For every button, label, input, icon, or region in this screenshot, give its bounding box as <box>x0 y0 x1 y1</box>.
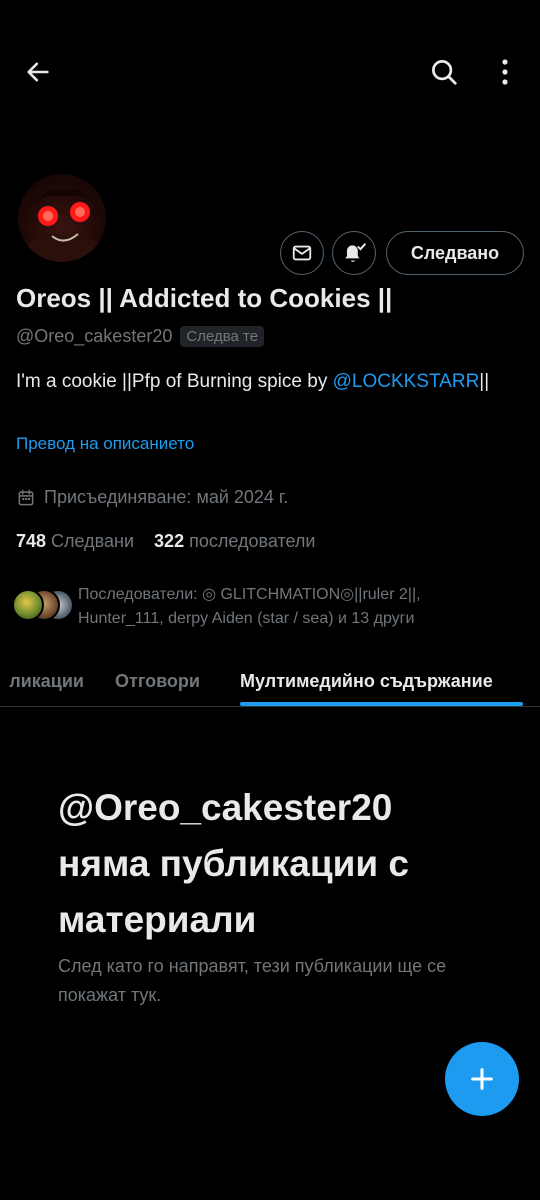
followers-count: 322 <box>154 531 185 551</box>
back-button[interactable] <box>18 50 58 94</box>
empty-state-title: @Oreo_cakester20 няма публикации с матер… <box>58 787 409 940</box>
envelope-icon <box>292 245 312 261</box>
following-label: Следвани <box>51 531 135 551</box>
compose-fab-button[interactable] <box>445 1042 519 1116</box>
bio: I'm a cookie ||Pfp of Burning spice by @… <box>16 368 516 396</box>
follower-avatars <box>12 583 74 623</box>
active-tab-indicator <box>240 702 523 706</box>
search-icon <box>432 60 457 85</box>
message-button[interactable] <box>280 231 324 275</box>
handle: @Oreo_cakester20 <box>16 326 173 346</box>
tab-replies[interactable]: Отговори <box>115 655 200 707</box>
followers-you-know[interactable]: Последователи: ◎ GLITCHMATION◎||ruler 2|… <box>12 583 488 631</box>
profile-avatar[interactable] <box>16 172 108 264</box>
followers-you-know-text: Последователи: ◎ GLITCHMATION◎||ruler 2|… <box>78 586 421 627</box>
tab-posts[interactable]: ликации <box>0 655 84 707</box>
bio-text: I'm a cookie ||Pfp of Burning spice by <box>16 371 333 392</box>
plus-icon <box>471 1068 493 1090</box>
more-vertical-icon <box>502 59 508 85</box>
notifications-button[interactable] <box>332 231 376 275</box>
empty-state-subtitle: След като го направят, тези публикации щ… <box>58 956 447 1005</box>
follows-you-badge: Следва те <box>180 326 265 347</box>
bio-mention-link[interactable]: @LOCKKSTARR <box>333 371 480 392</box>
followers-label: последователи <box>189 531 316 551</box>
joined-date: Присъединяване: май 2024 г. <box>16 487 288 508</box>
display-name: Oreos || Addicted to Cookies || <box>16 283 393 313</box>
calendar-icon <box>18 489 34 505</box>
profile-page: Следвано Oreos || Addicted to Cookies ||… <box>0 0 540 1200</box>
translate-bio-link[interactable]: Превод на описанието <box>16 434 194 454</box>
more-options-button[interactable] <box>488 50 522 94</box>
followers-stat[interactable]: 322 последователи <box>154 531 315 552</box>
stats-row: 748 Следвани 322 последователи <box>16 531 315 552</box>
bell-check-icon <box>345 243 366 262</box>
top-bar <box>0 50 540 94</box>
following-stat[interactable]: 748 Следвани <box>16 531 134 552</box>
following-button[interactable]: Следвано <box>386 231 524 275</box>
following-count: 748 <box>16 531 47 551</box>
arrow-left-icon <box>27 62 49 82</box>
follower-avatar <box>12 589 44 621</box>
tab-media[interactable]: Мултимедийно съдържание <box>240 655 493 707</box>
search-button[interactable] <box>424 50 464 94</box>
profile-tabs: ликации Отговори Мултимедийно съдържание <box>0 655 540 707</box>
joined-text: Присъединяване: май 2024 г. <box>44 487 289 507</box>
handle-row: @Oreo_cakester20 Следва те <box>16 326 265 347</box>
avatar-image <box>28 188 100 262</box>
bio-suffix: || <box>479 371 490 392</box>
